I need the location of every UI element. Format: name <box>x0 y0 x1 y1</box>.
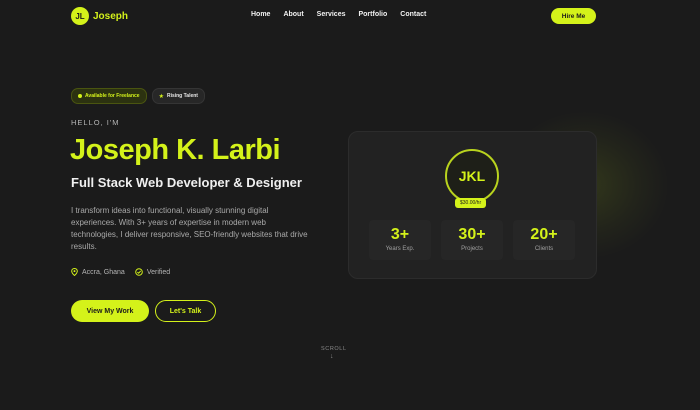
nav-item-services[interactable]: Services <box>317 11 346 18</box>
hero-meta: Accra, Ghana Verified <box>71 268 170 276</box>
stat-projects-label: Projects <box>461 246 483 252</box>
logo-name: Joseph <box>93 10 129 22</box>
stat-clients-value: 20+ <box>530 226 558 243</box>
verified-text: Verified <box>146 268 171 276</box>
map-pin-icon <box>71 268 78 276</box>
star-icon: ★ <box>158 93 164 100</box>
nav-item-portfolio[interactable]: Portfolio <box>358 11 387 18</box>
location: Accra, Ghana <box>71 268 125 276</box>
check-circle-icon <box>135 268 143 276</box>
greeting: HELLO, I'M <box>71 118 120 127</box>
stat-years-value: 3+ <box>390 226 410 243</box>
badges: Available for Freelance ★ Rising Talent <box>71 88 205 104</box>
logo[interactable]: JL Joseph <box>71 7 128 25</box>
stat-projects: 30+ Projects <box>441 220 503 260</box>
hire-me-button[interactable]: Hire Me <box>551 8 596 24</box>
stat-projects-value: 30+ <box>458 226 486 243</box>
view-my-work-button[interactable]: View My Work <box>71 300 149 322</box>
avatar: JKL <box>445 149 499 203</box>
nav-item-home[interactable]: Home <box>251 11 270 18</box>
nav-item-contact[interactable]: Contact <box>400 11 426 18</box>
scroll-indicator[interactable]: SCROLL <box>321 346 346 352</box>
hero-role: Full Stack Web Developer & Designer <box>71 175 302 190</box>
talent-badge-label: Rising Talent <box>166 93 198 99</box>
freelance-badge: Available for Freelance <box>71 88 147 104</box>
verified: Verified <box>135 268 170 276</box>
status-dot-icon <box>78 94 82 98</box>
hero-name: Joseph K. Larbi <box>70 134 281 166</box>
lets-talk-button[interactable]: Let's Talk <box>155 300 216 322</box>
logo-badge: JL <box>71 7 89 25</box>
hero-description: I transform ideas into functional, visua… <box>71 206 308 251</box>
nav-menu: Home About Services Portfolio Contact <box>251 11 439 18</box>
freelance-badge-label: Available for Freelance <box>85 93 140 99</box>
top-nav: JL Joseph Home About Services Portfolio … <box>0 0 700 32</box>
talent-badge: ★ Rising Talent <box>151 88 205 104</box>
location-text: Accra, Ghana <box>82 268 125 276</box>
stat-clients: 20+ Clients <box>513 220 575 260</box>
stat-years: 3+ Years Exp. <box>369 220 431 260</box>
nav-item-about[interactable]: About <box>283 11 303 18</box>
stat-clients-label: Clients <box>534 246 554 252</box>
arrow-down-icon: ↓ <box>330 353 334 360</box>
stat-years-label: Years Exp. <box>385 246 415 252</box>
profile-card: JKL $30.00/hr 3+ Years Exp. 30+ Projects… <box>348 131 597 279</box>
rate-badge: $30.00/hr <box>455 198 487 208</box>
